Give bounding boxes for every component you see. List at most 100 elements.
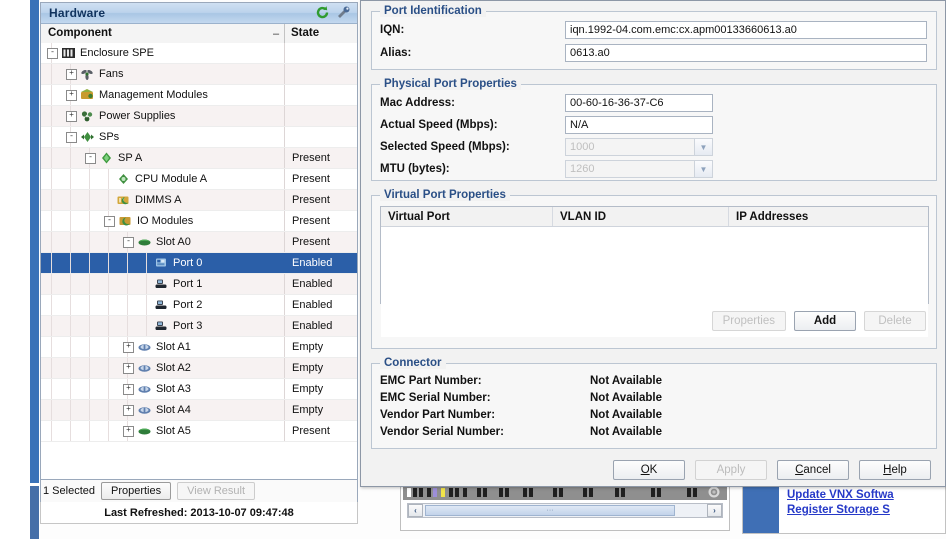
help-button[interactable]: Help: [859, 460, 931, 480]
tree-row[interactable]: - Slot A0 Present: [41, 232, 357, 253]
refresh-icon[interactable]: [315, 5, 330, 20]
application-window: Hardware Component – State - Enclosure S…: [0, 0, 946, 539]
enclosure-slot-marker: [455, 488, 459, 497]
physical-port-properties-group: Physical Port Properties Mac Address: 00…: [371, 78, 937, 181]
power-supply-icon: [80, 109, 95, 123]
collapse-icon[interactable]: -: [47, 47, 58, 59]
enclosure-slot-marker: [433, 488, 437, 497]
tree-row-label: Slot A4: [156, 404, 191, 416]
horizontal-scrollbar[interactable]: ‹ ··· ›: [407, 503, 723, 518]
tree-row[interactable]: - IO Modules Present: [41, 211, 357, 232]
tree-row[interactable]: + Slot A3 Empty: [41, 379, 357, 400]
tree-row-name: + Slot A2: [41, 358, 284, 378]
column-header-state[interactable]: State: [291, 27, 319, 39]
tree-row-name: DIMMS A: [41, 190, 284, 210]
expand-icon[interactable]: +: [123, 383, 134, 395]
connector-value: Not Available: [590, 391, 662, 404]
tree-row[interactable]: + Slot A2 Empty: [41, 358, 357, 379]
tree-row[interactable]: + Management Modules: [41, 85, 357, 106]
alias-field[interactable]: 0613.a0: [565, 44, 927, 62]
scroll-left-button[interactable]: ‹: [408, 504, 423, 517]
tree-row[interactable]: Port 0 Enabled: [41, 253, 357, 274]
tree-row-name: Port 3: [41, 316, 284, 336]
last-refreshed-bar: Last Refreshed: 2013-10-07 09:47:48: [40, 502, 358, 524]
port-icon: [154, 277, 169, 291]
virtual-port-table[interactable]: Virtual Port VLAN ID IP Addresses: [380, 206, 929, 337]
tree-row-name: Port 0: [41, 253, 284, 273]
cpu-module-icon: [116, 172, 131, 186]
expand-icon[interactable]: +: [123, 341, 134, 353]
configure-icon[interactable]: [336, 5, 351, 20]
connector-row: Vendor Serial Number: Not Available: [380, 423, 928, 440]
expand-icon[interactable]: +: [66, 89, 77, 101]
tree-row[interactable]: - SP A Present: [41, 148, 357, 169]
ok-button[interactable]: OK: [613, 460, 685, 480]
tree-row[interactable]: DIMMS A Present: [41, 190, 357, 211]
port-identification-group: Port Identification IQN: iqn.1992-04.com…: [371, 5, 937, 70]
port-properties-dialog: Port Identification IQN: iqn.1992-04.com…: [360, 0, 946, 487]
tree-row-name: - Slot A0: [41, 232, 284, 252]
scroll-right-button[interactable]: ›: [707, 504, 722, 517]
enclosure-slot-marker: [441, 488, 445, 497]
collapse-icon[interactable]: -: [66, 131, 77, 143]
tree-row-state: Present: [284, 169, 357, 189]
tree-row-label: SPs: [99, 131, 120, 143]
scrollbar-thumb[interactable]: ···: [425, 505, 675, 516]
register-storage-system-link[interactable]: Register Storage S: [787, 504, 894, 516]
virtual-port-add-button[interactable]: Add: [794, 311, 856, 331]
tree-row-name: + Slot A1: [41, 337, 284, 357]
connector-label: Vendor Part Number:: [380, 408, 496, 421]
tree-row-name: - SP A: [41, 148, 284, 168]
connector-row: Vendor Part Number: Not Available: [380, 406, 928, 423]
slot-empty-icon: [137, 382, 152, 396]
tree-row[interactable]: Port 2 Enabled: [41, 295, 357, 316]
tree-row[interactable]: - Enclosure SPE: [41, 43, 357, 64]
tree-row-label: Port 0: [173, 257, 203, 269]
tree-row[interactable]: + Slot A4 Empty: [41, 400, 357, 421]
mac-address-label: Mac Address:: [380, 97, 455, 109]
view-result-button: View Result: [177, 482, 256, 500]
chevron-down-icon: ▼: [694, 161, 712, 177]
update-vnx-software-link[interactable]: Update VNX Softwa: [787, 489, 894, 501]
connector-row: EMC Serial Number: Not Available: [380, 389, 928, 406]
tree-row[interactable]: + Fans: [41, 64, 357, 85]
actual-speed-field[interactable]: N/A: [565, 116, 713, 134]
expand-icon[interactable]: +: [123, 362, 134, 374]
tree-row[interactable]: - SPs: [41, 127, 357, 148]
hardware-tree[interactable]: - Enclosure SPE + Fans + Management Modules + P…: [41, 43, 357, 479]
tree-row[interactable]: Port 1 Enabled: [41, 274, 357, 295]
virtual-port-properties-button: Properties: [711, 311, 786, 331]
properties-button[interactable]: Properties: [100, 482, 172, 500]
collapse-icon[interactable]: -: [85, 152, 96, 164]
tree-row-name: + Slot A4: [41, 400, 284, 420]
virtual-port-actions: Properties Add Delete: [711, 311, 926, 331]
tree-row[interactable]: CPU Module A Present: [41, 169, 357, 190]
expand-icon[interactable]: +: [66, 110, 77, 122]
tree-row-state: Present: [284, 232, 357, 252]
expand-icon[interactable]: +: [66, 68, 77, 80]
expand-icon[interactable]: +: [123, 404, 134, 416]
collapse-icon[interactable]: -: [123, 236, 134, 248]
enclosure-slot-marker: [657, 488, 661, 497]
mac-address-field[interactable]: 00-60-16-36-37-C6: [565, 94, 713, 112]
background-enclosure-view: ‹ ··· ›: [400, 484, 730, 531]
connector-value: Not Available: [590, 408, 662, 421]
alias-label: Alias:: [380, 47, 412, 59]
tree-row[interactable]: + Slot A5 Present: [41, 421, 357, 442]
expand-icon[interactable]: +: [123, 425, 134, 437]
column-header-virtual-port[interactable]: Virtual Port: [381, 207, 553, 226]
tree-row[interactable]: Port 3 Enabled: [41, 316, 357, 337]
column-header-ip-addresses[interactable]: IP Addresses: [729, 207, 928, 226]
collapse-icon[interactable]: -: [104, 215, 115, 227]
column-header-vlan-id[interactable]: VLAN ID: [553, 207, 729, 226]
iqn-field[interactable]: iqn.1992-04.com.emc:cx.apm00133660613.a0: [565, 21, 927, 39]
tree-row-label: Port 2: [173, 299, 203, 311]
column-header-component[interactable]: Component: [48, 27, 112, 39]
cancel-button[interactable]: Cancel: [777, 460, 849, 480]
tree-row-label: Enclosure SPE: [80, 47, 154, 59]
tasks-link-list: Update VNX Softwa Register Storage S: [787, 489, 894, 519]
tree-row[interactable]: + Power Supplies: [41, 106, 357, 127]
tree-row[interactable]: + Slot A1 Empty: [41, 337, 357, 358]
